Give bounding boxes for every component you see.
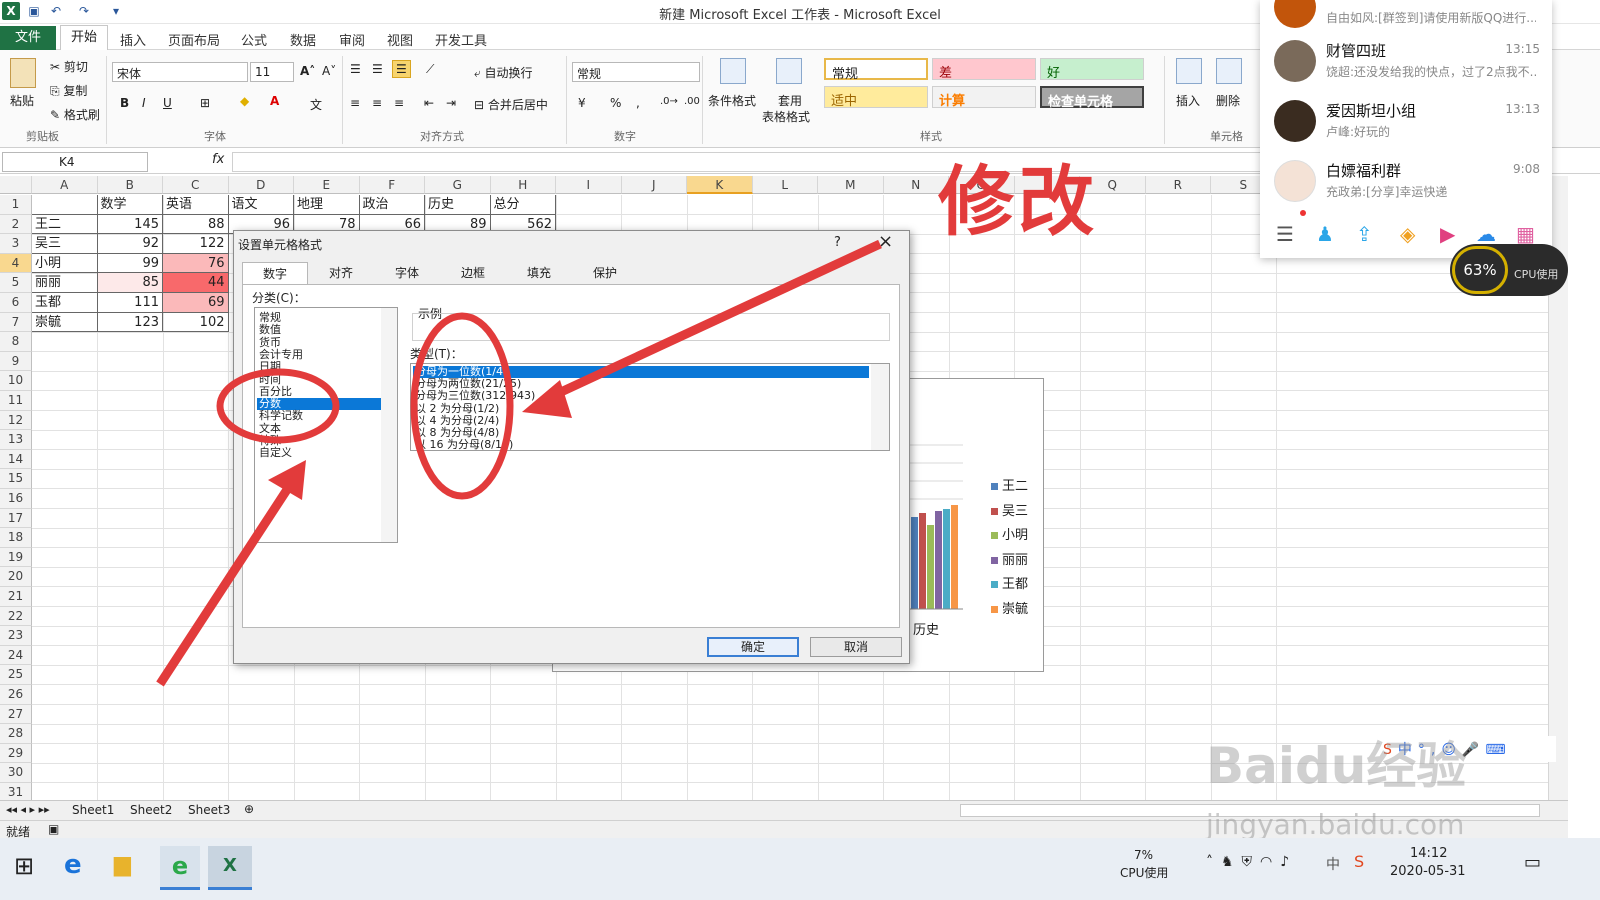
windows-start-icon[interactable]: ⊞ bbox=[14, 852, 34, 880]
qq-item-message: 饶超:还没发给我的快点，过了2点我不... bbox=[1326, 65, 1536, 79]
qq-item-message: 自由如风:[群签到]请使用新版QQ进行... bbox=[1326, 11, 1536, 25]
sogou-tray-icon[interactable]: S bbox=[1354, 852, 1364, 871]
notification-icon[interactable]: ▭ bbox=[1524, 852, 1541, 873]
new-sheet-icon[interactable]: ⊕ bbox=[244, 802, 254, 816]
menu-icon[interactable]: ☰ bbox=[1276, 222, 1294, 246]
cpu-widget[interactable]: 63% CPU使用 bbox=[1450, 244, 1568, 296]
macro-record-icon[interactable]: ▣ bbox=[48, 822, 59, 836]
cpu-usage-label: CPU使用 bbox=[1120, 866, 1169, 880]
tray-icons[interactable]: ˄♞⛨◠♪ bbox=[1206, 854, 1297, 870]
sheet-tab-1[interactable]: Sheet1 bbox=[72, 803, 114, 817]
cpu-label: CPU使用 bbox=[1514, 268, 1559, 281]
sheet-nav-icon[interactable]: ◂◂ ◂ ▸ ▸▸ bbox=[6, 803, 50, 816]
unread-dot bbox=[1300, 210, 1306, 216]
avatar bbox=[1274, 100, 1316, 142]
circle-annotation bbox=[216, 368, 340, 444]
avatar bbox=[1274, 40, 1316, 82]
avatar bbox=[1274, 0, 1316, 28]
excel-taskbar-icon[interactable]: X bbox=[208, 846, 252, 890]
sheet-tab-3[interactable]: Sheet3 bbox=[188, 803, 230, 817]
qq-item-message: 充政弟:[分享]幸运快递 bbox=[1326, 185, 1448, 199]
ime-indicator[interactable]: 中 bbox=[1326, 854, 1340, 874]
app-grid-icon[interactable]: ▦ bbox=[1516, 222, 1535, 246]
qq-item[interactable]: 财管四班 饶超:还没发给我的快点，过了2点我不... 13:15 bbox=[1260, 32, 1552, 92]
file-explorer-icon[interactable]: ▆ bbox=[114, 852, 131, 877]
file-icon[interactable]: ⇪ bbox=[1356, 222, 1373, 246]
qq-item-time: 9:08 bbox=[1513, 162, 1540, 176]
qq-item-name: 爱因斯坦小组 bbox=[1326, 102, 1417, 120]
qq-item-time: 13:15 bbox=[1505, 42, 1540, 56]
cpu-usage-value: 7% bbox=[1134, 848, 1154, 862]
qq-item-message: 卢峰:好玩的 bbox=[1326, 125, 1391, 139]
circle-annotation bbox=[410, 312, 514, 500]
clock-date[interactable]: 2020-05-31 bbox=[1390, 864, 1466, 879]
taskbar: ⊞ e ▆ e X 7% CPU使用 ˄♞⛨◠♪ 中 S 14:12 2020-… bbox=[0, 838, 1600, 900]
arrow-annotation bbox=[156, 479, 296, 687]
weiyun-icon[interactable]: ☁ bbox=[1476, 222, 1496, 246]
edge-icon[interactable]: e bbox=[64, 850, 82, 880]
arrow-annotation bbox=[546, 239, 882, 403]
qq-item[interactable]: 白嫖福利群 充政弟:[分享]幸运快递 9:08 bbox=[1260, 152, 1552, 212]
avatar bbox=[1274, 160, 1316, 202]
qq-item-time: 13:13 bbox=[1505, 102, 1540, 116]
add-friend-icon[interactable]: ♟ bbox=[1316, 222, 1334, 246]
qq-message-panel: 自由如风:[群签到]请使用新版QQ进行... 财管四班 饶超:还没发给我的快点，… bbox=[1260, 0, 1552, 258]
watermark-brand: Baidu经验 bbox=[1206, 737, 1467, 795]
game-icon[interactable]: ◈ bbox=[1400, 222, 1415, 246]
watermark-url: jingyan.baidu.com bbox=[1206, 808, 1465, 841]
sheet-tab-2[interactable]: Sheet2 bbox=[130, 803, 172, 817]
ie-icon[interactable]: e bbox=[160, 846, 200, 890]
qq-item-name: 白嫖福利群 bbox=[1326, 162, 1402, 180]
clock-time[interactable]: 14:12 bbox=[1410, 846, 1447, 861]
cpu-percent: 63% bbox=[1452, 246, 1508, 294]
video-icon[interactable]: ▶ bbox=[1440, 222, 1455, 246]
qq-item-name: 财管四班 bbox=[1326, 42, 1387, 60]
qq-item[interactable]: 爱因斯坦小组 卢峰:好玩的 13:13 bbox=[1260, 92, 1552, 152]
